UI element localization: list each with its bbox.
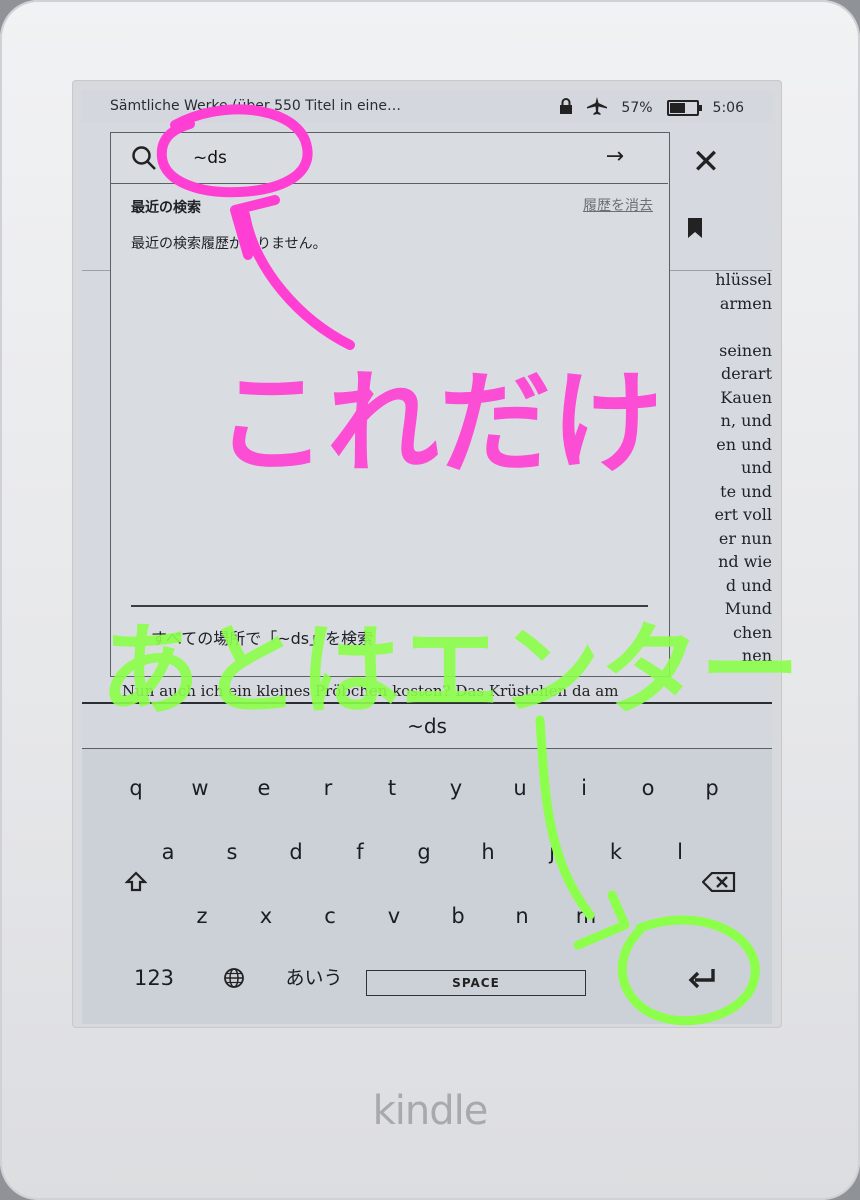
key-e[interactable]: e: [244, 768, 284, 808]
reader-text-line: chen: [732, 622, 772, 642]
key-z[interactable]: z: [182, 896, 222, 936]
numbers-key[interactable]: 123: [126, 958, 182, 998]
key-m[interactable]: m: [566, 896, 606, 936]
key-i[interactable]: i: [564, 768, 604, 808]
key-r[interactable]: r: [308, 768, 348, 808]
reader-text-line: n, und: [720, 411, 772, 430]
book-title: Sämtliche Werke (über 550 Titel in eine…: [110, 98, 401, 114]
reader-text-line: seinen: [719, 340, 772, 360]
reader-text-line: hlüssel: [715, 270, 772, 289]
key-l[interactable]: l: [660, 832, 700, 872]
shift-key-icon[interactable]: [116, 862, 156, 902]
key-o[interactable]: o: [628, 768, 668, 808]
panel-divider: [131, 605, 648, 607]
reader-text-line: armen: [719, 293, 772, 313]
reader-bottom-line: Nun auch ich ein kleines Pröbchen kosten…: [122, 682, 619, 700]
reader-text-line: Mund: [724, 599, 772, 618]
status-icons: 57% 5:06: [559, 97, 744, 119]
key-t[interactable]: t: [372, 768, 412, 808]
reader-text-column: hlüssel armen seinen derart Kauen n, und en u…: [664, 268, 772, 668]
keyboard-preview: ~ds: [82, 704, 772, 749]
backspace-key-icon[interactable]: [696, 862, 742, 902]
key-c[interactable]: c: [310, 896, 350, 936]
space-key[interactable]: SPACE: [366, 970, 586, 996]
bookmark-icon[interactable]: [688, 218, 702, 238]
battery-icon: [666, 100, 702, 116]
reader-text-line: nen: [741, 646, 772, 665]
reader-text-line: nd wie: [718, 552, 772, 571]
key-j[interactable]: j: [532, 832, 572, 872]
key-g[interactable]: g: [404, 832, 444, 872]
key-k[interactable]: k: [596, 832, 636, 872]
reader-text-line: ert voll: [714, 505, 772, 524]
search-input[interactable]: ~ds: [193, 148, 227, 168]
key-w[interactable]: w: [180, 768, 220, 808]
search-everywhere-option[interactable]: すべての場所で「~ds」を検索: [151, 625, 373, 649]
clock: 5:06: [712, 100, 744, 116]
airplane-mode-icon: [587, 97, 608, 119]
reader-text-line: te und: [720, 481, 772, 501]
enter-key-icon[interactable]: [680, 958, 724, 998]
key-p[interactable]: p: [692, 768, 732, 808]
key-v[interactable]: v: [374, 896, 414, 936]
reader-text-line: und: [741, 458, 772, 477]
key-x[interactable]: x: [246, 896, 286, 936]
search-panel: ~ds → 最近の検索 履歴を消去 最近の検索履歴がありません。 すべての場所で…: [110, 132, 670, 677]
lock-icon: [559, 98, 573, 118]
battery-fill: [669, 103, 685, 113]
search-bar[interactable]: ~ds →: [111, 133, 668, 184]
key-h[interactable]: h: [468, 832, 508, 872]
key-b[interactable]: b: [438, 896, 478, 936]
e-ink-screen: Sämtliche Werke (über 550 Titel in eine……: [82, 90, 772, 1024]
reader-text-line: [664, 315, 772, 339]
kindle-logo: kindle: [372, 1088, 489, 1134]
clear-history-link[interactable]: 履歴を消去: [583, 195, 653, 215]
reader-text-line: en und: [716, 434, 772, 454]
close-search-button[interactable]: ✕: [686, 142, 726, 182]
key-u[interactable]: u: [500, 768, 540, 808]
key-d[interactable]: d: [276, 832, 316, 872]
key-f[interactable]: f: [340, 832, 380, 872]
search-icon: [131, 145, 157, 171]
no-recent-searches-text: 最近の検索履歴がありません。: [131, 236, 327, 252]
kana-key[interactable]: あいう: [274, 958, 354, 998]
globe-language-icon[interactable]: [214, 958, 254, 998]
reader-text-line: er nun: [718, 528, 772, 548]
reader-text-line: d und: [725, 575, 772, 595]
status-bar: Sämtliche Werke (über 550 Titel in eine……: [82, 90, 772, 122]
on-screen-keyboard: ~ds qwertyuiopasdfghjklzxcvbnm 123 あいう S…: [82, 702, 772, 1024]
battery-percent: 57%: [621, 100, 653, 116]
kindle-device: Sämtliche Werke (über 550 Titel in eine……: [0, 0, 860, 1200]
key-s[interactable]: s: [212, 832, 252, 872]
reader-text-line: derart: [721, 364, 772, 383]
key-n[interactable]: n: [502, 896, 542, 936]
reader-text-line: Kauen: [720, 387, 772, 407]
search-go-arrow-icon[interactable]: →: [606, 144, 624, 169]
key-y[interactable]: y: [436, 768, 476, 808]
key-q[interactable]: q: [116, 768, 156, 808]
recent-searches-label: 最近の検索: [131, 200, 201, 216]
